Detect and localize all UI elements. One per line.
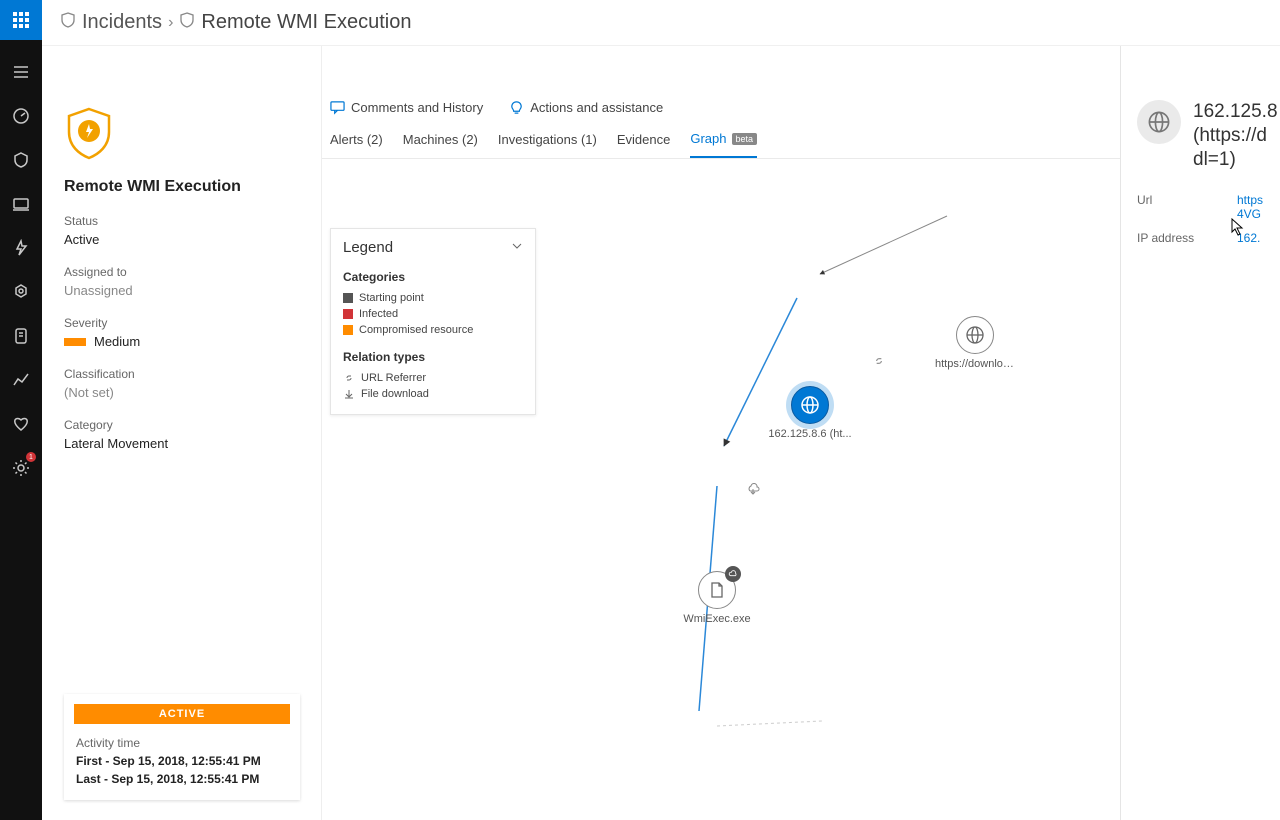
activity-last: Last - Sep 15, 2018, 12:55:41 PM: [64, 770, 300, 788]
chevron-right-icon: ›: [168, 14, 173, 32]
side-ip-label: IP address: [1137, 231, 1197, 245]
cloud-badge-icon: [725, 566, 741, 582]
legend-categories-title: Categories: [343, 270, 523, 284]
main-panel: Comments and History Actions and assista…: [322, 40, 1120, 820]
side-title-line3: dl=1): [1193, 148, 1278, 172]
category-label: Category: [64, 418, 299, 432]
left-nav: 1: [0, 40, 42, 820]
activity-first: First - Sep 15, 2018, 12:55:41 PM: [64, 752, 300, 770]
nav-machines[interactable]: [0, 182, 42, 226]
link-icon: [872, 354, 890, 372]
nav-alerts[interactable]: [0, 226, 42, 270]
assigned-value: Unassigned: [64, 283, 299, 298]
globe-icon: [1137, 100, 1181, 144]
status-value: Active: [64, 232, 299, 247]
nav-reports[interactable]: [0, 358, 42, 402]
incident-shield-icon: [42, 106, 321, 166]
incident-summary-panel: Remote WMI Execution Status Active Assig…: [42, 40, 322, 820]
nav-auto-ir[interactable]: [0, 270, 42, 314]
breadcrumb-root[interactable]: Incidents: [82, 11, 162, 34]
comments-history-action[interactable]: Comments and History: [330, 100, 483, 115]
details-side-panel: 162.125.8 (https://d dl=1) Url https 4VG…: [1120, 40, 1280, 820]
side-url-label: Url: [1137, 193, 1197, 221]
comment-icon: [330, 100, 345, 115]
legend-collapse[interactable]: [511, 239, 523, 256]
nav-advanced[interactable]: [0, 314, 42, 358]
globe-icon: [800, 395, 820, 415]
cloud-download-icon: [746, 482, 764, 500]
nav-dashboard[interactable]: [0, 94, 42, 138]
severity-label: Severity: [64, 316, 299, 330]
severity-value: Medium: [94, 334, 140, 349]
nav-incidents[interactable]: [0, 138, 42, 182]
node-url[interactable]: https://downloa...: [935, 316, 1015, 370]
classification-value: (Not set): [64, 385, 299, 400]
beta-badge: beta: [732, 133, 758, 145]
breadcrumb-bar: Incidents › Remote WMI Execution: [42, 0, 1280, 46]
legend-panel: Legend Categories Starting point Infecte…: [330, 228, 536, 415]
incident-title: Remote WMI Execution: [42, 166, 321, 214]
graph-edges: [322, 86, 1120, 786]
tab-evidence[interactable]: Evidence: [617, 131, 670, 158]
category-value: Lateral Movement: [64, 436, 299, 451]
tab-alerts[interactable]: Alerts (2): [330, 131, 383, 158]
activity-time-label: Activity time: [64, 734, 300, 752]
actions-assistance-action[interactable]: Actions and assistance: [509, 100, 663, 115]
status-label: Status: [64, 214, 299, 228]
nav-menu[interactable]: [0, 50, 42, 94]
swatch-infected: [343, 309, 353, 319]
link-icon: [343, 372, 355, 384]
assigned-label: Assigned to: [64, 265, 299, 279]
lightbulb-icon: [509, 100, 524, 115]
tab-investigations[interactable]: Investigations (1): [498, 131, 597, 158]
nav-health[interactable]: [0, 402, 42, 446]
shield-icon: [60, 11, 76, 34]
legend-relations-title: Relation types: [343, 350, 523, 364]
nav-settings[interactable]: 1: [0, 446, 42, 490]
activity-card: ACTIVE Activity time First - Sep 15, 201…: [64, 694, 300, 800]
file-icon: [708, 581, 726, 599]
tab-bar: Alerts (2) Machines (2) Investigations (…: [322, 125, 1120, 159]
activity-status-badge: ACTIVE: [74, 704, 290, 724]
settings-badge: 1: [26, 452, 36, 462]
tab-graph[interactable]: Graph beta: [690, 131, 757, 158]
severity-bar: [64, 338, 86, 346]
side-title-line1: 162.125.8: [1193, 100, 1278, 124]
node-file-wmiexec[interactable]: WmiExec.exe: [677, 571, 757, 625]
shield-icon: [179, 11, 195, 34]
download-icon: [343, 388, 355, 400]
swatch-compromised: [343, 325, 353, 335]
breadcrumb-current: Remote WMI Execution: [201, 11, 411, 34]
app-launcher[interactable]: [0, 0, 42, 40]
swatch-starting: [343, 293, 353, 303]
tab-machines[interactable]: Machines (2): [403, 131, 478, 158]
side-title-line2: (https://d: [1193, 124, 1278, 148]
legend-title: Legend: [343, 239, 393, 256]
node-ip-selected[interactable]: 162.125.8.6 (ht...: [760, 386, 860, 440]
side-url-value[interactable]: https: [1237, 193, 1263, 207]
cursor-icon: [1231, 218, 1245, 241]
globe-icon: [965, 325, 985, 345]
classification-label: Classification: [64, 367, 299, 381]
